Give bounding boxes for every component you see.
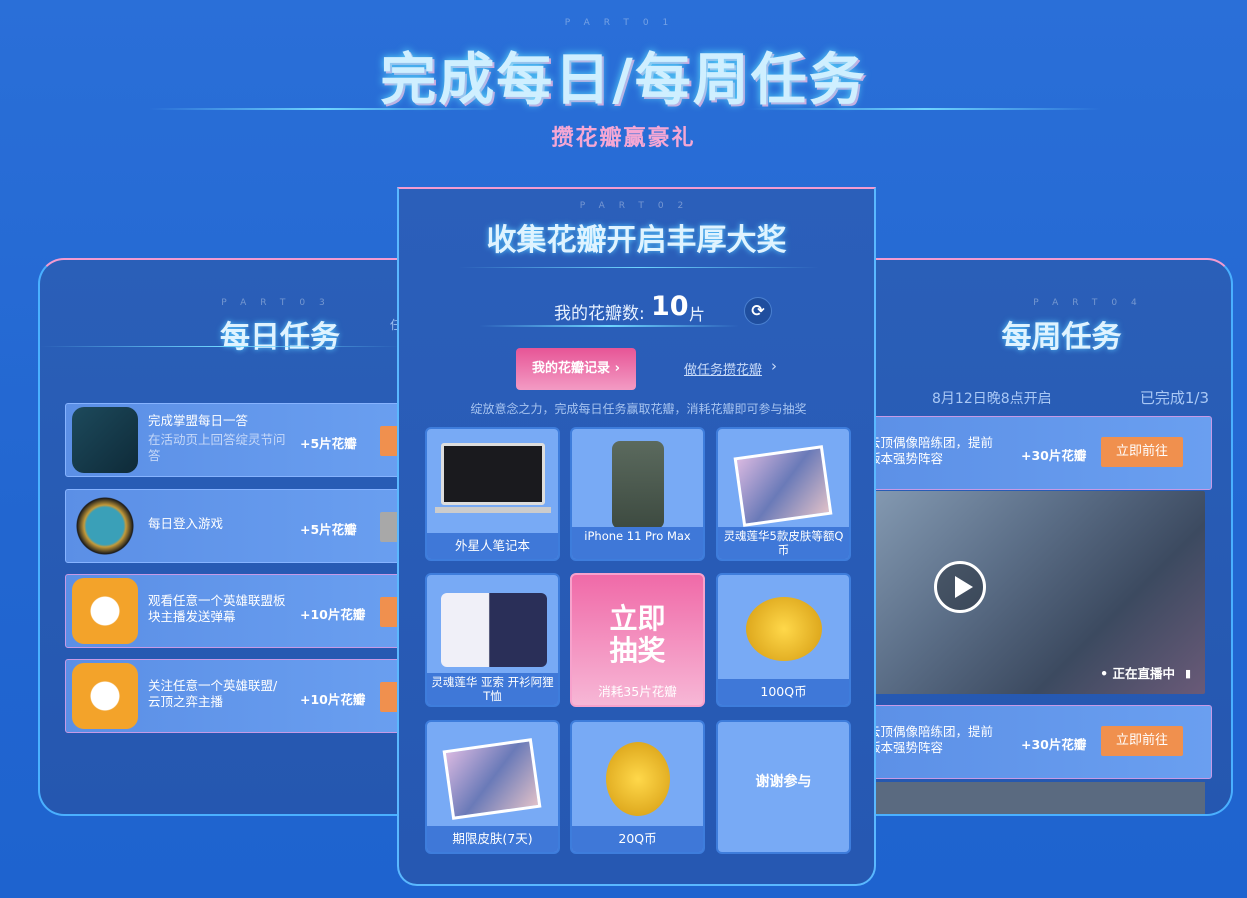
task-reward: +5片花瓣 <box>300 436 357 451</box>
league-of-legends-app-icon <box>72 407 138 473</box>
prize-label: 灵魂莲华5款皮肤等额Q币 <box>718 527 849 559</box>
prize-label: 20Q币 <box>572 826 703 852</box>
petal-count-label: 我的花瓣数: <box>554 304 645 324</box>
part-label: PART04 <box>1033 298 1151 308</box>
prize-cell: iPhone 11 Pro Max <box>570 427 705 561</box>
task-reward: +10片花瓣 <box>300 607 366 622</box>
weekly-task-panel: PART04 每周任务 8月12日晚8点开启 已完成1/3 参与云顶偶像陪练团，… <box>840 258 1233 816</box>
prize-cell: 灵魂莲华5款皮肤等额Q币 <box>716 427 851 561</box>
prize-cell[interactable]: 立即抽奖消耗35片花瓣 <box>570 573 705 707</box>
task-reward: +5片花瓣 <box>300 522 357 537</box>
weekly-progress: 已完成1/3 <box>1139 389 1209 407</box>
task-desc: 在活动页上回答绽灵节问答 <box>148 432 286 463</box>
prize-label: 消耗35片花瓣 <box>598 684 677 699</box>
daily-task-row: 完成掌盟每日一答 在活动页上回答绽灵节问答 +5片花瓣 <box>65 403 436 477</box>
thanks-text: 谢谢参与 <box>755 774 812 790</box>
divider <box>750 108 1100 110</box>
prize-cell: 期限皮肤(7天) <box>425 720 560 854</box>
prize-cell: 20Q币 <box>570 720 705 854</box>
page-subtitle: 攒花瓣赢豪礼 <box>551 126 696 151</box>
prize-label: iPhone 11 Pro Max <box>572 527 703 559</box>
live-video-thumbnail[interactable]: 欢周 • 正在直播中 ▮ <box>842 491 1205 694</box>
weekly-task-row: 参与云顶偶像陪练团，提前熟悉版本强势阵容 +30片花瓣 立即前往 <box>842 416 1212 490</box>
open-time: 8月12日晚8点开启 <box>932 391 1052 407</box>
panel-title: 收集花瓣开启丰厚大奖 <box>486 223 787 258</box>
go-button[interactable]: 立即前往 <box>1101 726 1183 756</box>
prize-cell: 外星人笔记本 <box>425 427 560 561</box>
task-title: 关注任意一个英雄联盟/云顶之弈主播 <box>148 678 278 709</box>
rules-note: 绽放意念之力，完成每日任务赢取花瓣，消耗花瓣即可参与抽奖 <box>470 402 807 416</box>
prize-label: 外星人笔记本 <box>427 533 558 559</box>
prize-label: 灵魂莲华 亚索 开衫阿狸 T恤 <box>427 673 558 705</box>
daily-task-panel: PART03 每日任务 任 完成掌盟每日一答 在活动页上回答绽灵节问答 +5片花… <box>38 258 438 816</box>
signal-bars-icon: ▮ <box>1184 667 1191 680</box>
task-title: 每日登入游戏 <box>148 516 224 531</box>
page-title: 完成每日/每周任务 <box>380 48 867 113</box>
prize-panel: PART02 收集花瓣开启丰厚大奖 我的花瓣数: 10 片 ⟳ 我的花瓣记录 ›… <box>397 187 876 886</box>
go-button[interactable]: 立即前往 <box>1101 437 1183 467</box>
petal-count: 10 <box>651 291 689 322</box>
petal-record-button[interactable]: 我的花瓣记录 › <box>516 348 636 390</box>
panel-title: 每日任务 <box>220 320 340 355</box>
prize-cell: 谢谢参与 <box>716 720 851 854</box>
huya-mascot-icon <box>72 578 138 644</box>
daily-task-row: 观看任意一个英雄联盟板块主播发送弹幕 +10片花瓣 <box>65 574 436 648</box>
prize-label: 100Q币 <box>718 679 849 705</box>
task-reward: +30片花瓣 <box>1021 448 1087 463</box>
task-title: 观看任意一个英雄联盟板块主播发送弹幕 <box>148 593 286 624</box>
panel-title: 每周任务 <box>1001 320 1122 355</box>
prize-cell: 灵魂莲华 亚索 开衫阿狸 T恤 <box>425 573 560 707</box>
divider <box>150 108 500 110</box>
huya-mascot-icon <box>72 663 138 729</box>
prize-cell: 100Q币 <box>716 573 851 707</box>
daily-task-row: 每日登入游戏 +5片花瓣 <box>65 489 436 563</box>
chevron-right-icon: › <box>771 357 777 375</box>
weekly-task-row: 参与云顶偶像陪练团，提前熟悉版本强势阵容 +30片花瓣 立即前往 <box>842 705 1212 779</box>
petal-unit: 片 <box>689 305 706 324</box>
task-title: 完成掌盟每日一答 <box>148 413 249 428</box>
daily-task-row: 关注任意一个英雄联盟/云顶之弈主播 +10片花瓣 <box>65 659 436 733</box>
task-reward: +10片花瓣 <box>300 692 366 707</box>
lol-logo-icon <box>72 493 138 559</box>
play-icon[interactable] <box>934 561 986 613</box>
part-label: PART03 <box>221 298 339 308</box>
live-status: • 正在直播中 <box>1100 666 1175 681</box>
prize-label: 期限皮肤(7天) <box>427 826 558 852</box>
do-tasks-link[interactable]: 做任务攒花瓣 <box>684 359 762 378</box>
part-label: PART02 <box>579 201 698 211</box>
refresh-icon[interactable]: ⟳ <box>744 297 772 325</box>
draw-now-text[interactable]: 立即抽奖 <box>603 602 673 667</box>
task-reward: +30片花瓣 <box>1021 737 1087 752</box>
part-label: PART01 <box>564 18 683 28</box>
